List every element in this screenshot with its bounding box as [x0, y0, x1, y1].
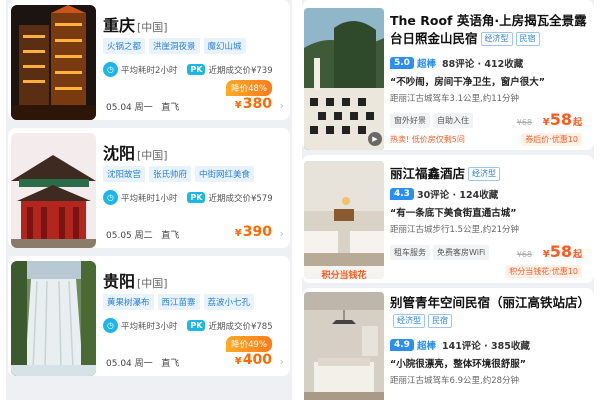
hotel-type-badge: 民宿 — [428, 314, 452, 328]
original-price: ¥68 — [516, 118, 532, 127]
duration-text: 平均耗时3小时 — [121, 321, 178, 332]
review-count: 141评论 · 385收藏 — [441, 341, 530, 352]
review-quote: “小院很漂亮，整体环境很舒服” — [390, 359, 526, 370]
city-name: 贵阳 [中国] — [103, 272, 168, 291]
chevron-right-icon[interactable]: › — [280, 227, 284, 240]
hotel-list: ▶ The Roof 英语角·上房揭瓦全景露台日照金山民宿 经济型 民宿 5.0 超… — [302, 0, 594, 400]
duration-text: 平均耗时2小时 — [121, 65, 178, 76]
hotel-card-bieguan[interactable]: 别管青年空间民宿（丽江高铁站店）经济型 民宿 4.9 超棒 141评论 · 385… — [302, 288, 594, 400]
hotel-title: 别管青年空间民宿（丽江高铁站店）经济型 民宿 — [390, 294, 590, 330]
pk-badge: PK — [187, 192, 206, 203]
hotel-price: ¥58起 — [542, 110, 582, 129]
destination-card-guiyang[interactable]: 贵阳 [中国] 黄果树瀑布 西江苗寨 荔波小七孔 ◷ 平均耗时3小时 PK 近期成… — [8, 256, 290, 376]
hotel-card-fuxin[interactable]: 积分当钱花 丽江福鑫酒店 经济型 4.3 30评论 · 124收藏 “有一条底下美… — [302, 155, 594, 283]
feature-tag: 自助入住 — [433, 113, 473, 128]
hotel-title: 丽江福鑫酒店 经济型 — [390, 165, 590, 183]
date-flight: 05.05 周二 直飞 — [106, 231, 180, 241]
review-quote: “有一条底下美食街直通古城” — [390, 208, 517, 219]
discount-badge: 降价48% — [226, 80, 272, 96]
tag-list: 黄果树瀑布 西江苗寨 荔波小七孔 — [103, 294, 255, 310]
recent-price-text: 近期成交价¥739 — [208, 65, 273, 76]
tag: 黄果树瀑布 — [103, 294, 154, 310]
distance-text: 距丽江古城驾车3.1公里,约11分钟 — [390, 94, 520, 104]
image-caption: 积分当钱花 — [304, 266, 384, 283]
price: ¥380 — [234, 96, 272, 112]
score-word: 超棒 — [416, 341, 436, 352]
destination-image-shenyang — [11, 133, 96, 248]
destination-card-shenyang[interactable]: 沈阳 [中国] 沈阳故宫 张氏帅府 中街网红美食 ◷ 平均耗时1小时 PK 近期成… — [8, 128, 290, 248]
feature-tag: 租车服务 — [390, 245, 430, 260]
chevron-right-icon[interactable]: › — [280, 99, 284, 112]
clock-icon: ◷ — [103, 190, 118, 205]
chevron-right-icon[interactable]: › — [280, 355, 284, 368]
flight-info: ◷ 平均耗时3小时 PK 近期成交价¥785 — [103, 318, 273, 333]
hotel-type-badge: 经济型 — [393, 314, 425, 328]
tag: 沈阳故宫 — [103, 166, 146, 182]
review-quote: “不吵闹，房间干净卫生，窗户很大” — [390, 77, 545, 88]
clock-icon: ◷ — [103, 318, 118, 333]
tag: 火锅之都 — [103, 38, 146, 54]
original-price: ¥68 — [516, 250, 532, 259]
destination-image-guiyang — [11, 261, 96, 376]
hotel-image — [304, 161, 384, 279]
date-flight: 05.04 周一 直飞 — [106, 103, 180, 113]
recent-price-text: 近期成交价¥785 — [208, 321, 273, 332]
tag: 荔波小七孔 — [203, 294, 255, 310]
flight-destination-list: 重庆 [中国] 火锅之都 洪崖洞夜景 魔幻山城 ◷ 平均耗时2小时 PK 近期成交… — [6, 0, 292, 400]
hotel-card-the-roof[interactable]: ▶ The Roof 英语角·上房揭瓦全景露台日照金山民宿 经济型 民宿 5.0 超… — [302, 0, 594, 150]
score-badge: 4.3 — [390, 188, 414, 200]
tag-list: 沈阳故宫 张氏帅府 中街网红美食 — [103, 166, 255, 182]
recent-price-text: 近期成交价¥579 — [208, 193, 273, 204]
price: ¥400 — [234, 352, 272, 368]
destination-card-chongqing[interactable]: 重庆 [中国] 火锅之都 洪崖洞夜景 魔幻山城 ◷ 平均耗时2小时 PK 近期成交… — [8, 0, 290, 120]
hotel-type-badge: 民宿 — [515, 32, 540, 46]
rating-row: 5.0 超棒 88评论 · 412收藏 — [390, 56, 523, 70]
hotel-type-badge: 经济型 — [480, 32, 513, 46]
tag-list: 火锅之都 洪崖洞夜景 魔幻山城 — [103, 38, 246, 54]
tag: 中街网红美食 — [195, 166, 255, 182]
country-label: [中国] — [137, 21, 168, 34]
tag: 张氏帅府 — [149, 166, 192, 182]
country-label: [中国] — [137, 149, 168, 162]
tag: 洪崖洞夜景 — [149, 38, 200, 54]
rating-row: 4.9 超棒 141评论 · 385收藏 — [390, 338, 530, 352]
review-count: 88评论 · 412收藏 — [441, 59, 524, 70]
hot-sale-text: 热卖! 低价房仅剩5间 — [390, 135, 465, 144]
date-flight: 05.04 周一 直飞 — [106, 359, 180, 369]
tag: 西江苗寨 — [157, 294, 200, 310]
score-badge: 4.9 — [390, 339, 414, 351]
duration-text: 平均耗时1小时 — [121, 193, 178, 204]
hotel-title: The Roof 英语角·上房揭瓦全景露台日照金山民宿 经济型 民宿 — [390, 13, 587, 46]
coupon-badge: 券后价·优惠10 — [521, 133, 582, 146]
country-label: [中国] — [137, 277, 168, 290]
distance-text: 距丽江古城驾车6.9公里,约28分钟 — [390, 376, 520, 386]
hotel-type-badge: 经济型 — [468, 167, 501, 181]
distance-text: 距丽江古城步行1.5公里,约21分钟 — [390, 225, 520, 235]
hotel-price: ¥58起 — [542, 242, 582, 261]
rating-row: 4.3 30评论 · 124收藏 — [390, 187, 498, 201]
feature-tag: 窗外好景 — [390, 113, 430, 128]
feature-tag: 免费客房WiFi — [433, 245, 490, 260]
city-name: 沈阳 [中国] — [103, 144, 168, 163]
tag: 魔幻山城 — [203, 38, 246, 54]
discount-badge: 降价49% — [226, 336, 272, 352]
price: ¥390 — [234, 224, 272, 240]
feature-list: 租车服务 免费客房WiFi — [390, 245, 490, 260]
city-name: 重庆 [中国] — [103, 16, 168, 35]
review-count: 30评论 · 124收藏 — [416, 190, 499, 201]
feature-list: 窗外好景 自助入住 — [390, 113, 473, 128]
score-badge: 5.0 — [390, 57, 414, 69]
hotel-image — [304, 8, 384, 150]
coupon-badge: 积分当钱花·优惠10 — [505, 265, 582, 278]
pk-badge: PK — [187, 320, 206, 331]
pk-badge: PK — [187, 64, 206, 75]
destination-image-chongqing — [11, 5, 96, 120]
score-word: 超棒 — [416, 59, 436, 70]
hotel-image — [304, 292, 384, 400]
clock-icon: ◷ — [103, 62, 118, 77]
play-icon[interactable]: ▶ — [368, 132, 382, 146]
flight-info: ◷ 平均耗时1小时 PK 近期成交价¥579 — [103, 190, 273, 205]
flight-info: ◷ 平均耗时2小时 PK 近期成交价¥739 — [103, 62, 273, 77]
